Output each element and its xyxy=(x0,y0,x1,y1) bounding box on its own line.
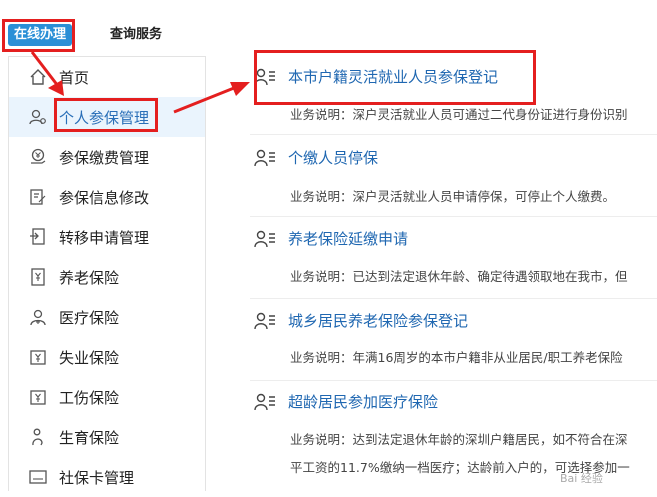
sidebar-item-medical[interactable]: 医疗保险 xyxy=(9,297,205,337)
edit-doc-icon xyxy=(30,189,46,205)
injury-icon xyxy=(30,390,46,405)
person-list-icon xyxy=(254,312,275,329)
person-list-icon xyxy=(254,149,275,166)
person-list-icon xyxy=(254,230,275,247)
sidebar-item-pension[interactable]: 养老保险 xyxy=(9,257,205,297)
divider xyxy=(250,134,657,135)
sidebar-item-payment[interactable]: 参保缴费管理 xyxy=(9,137,205,177)
service-description: 业务说明：年满16周岁的本市户籍非从业居民/职工养老保险 xyxy=(290,350,623,365)
service-title: 养老保险延缴申请 xyxy=(288,230,409,248)
sidebar-item-info-modify[interactable]: 参保信息修改 xyxy=(9,177,205,217)
service-list: 本市户籍灵活就业人员参保登记 业务说明：深户灵活就业人员可通过二代身份证进行身份… xyxy=(240,56,657,491)
maternity-icon xyxy=(32,428,43,446)
pension-doc-icon xyxy=(31,268,45,286)
sidebar-item-injury[interactable]: 工伤保险 xyxy=(9,377,205,417)
service-title: 个缴人员停保 xyxy=(288,149,379,167)
top-tab-bar: 在线办理 查询服务 xyxy=(0,0,657,48)
service-title: 超龄居民参加医疗保险 xyxy=(288,393,439,411)
service-description: 业务说明：深户灵活就业人员可通过二代身份证进行身份识别 xyxy=(290,107,628,122)
medical-person-icon xyxy=(30,309,46,326)
sidebar-item-label: 医疗保险 xyxy=(59,308,120,327)
service-title: 城乡居民养老保险参保登记 xyxy=(288,312,469,330)
arrow-down-icon xyxy=(30,51,64,96)
arrow-right-icon xyxy=(173,82,250,114)
tab-query-service[interactable]: 查询服务 xyxy=(110,26,162,44)
sidebar-item-maternity[interactable]: 生育保险 xyxy=(9,417,205,457)
person-list-icon xyxy=(254,393,275,410)
service-link[interactable]: 养老保险延缴申请 xyxy=(254,228,408,249)
sidebar-item-label: 工伤保险 xyxy=(59,388,120,407)
sidebar-item-label: 参保信息修改 xyxy=(59,188,150,207)
sidebar-item-label: 转移申请管理 xyxy=(59,228,150,247)
sidebar-item-label: 生育保险 xyxy=(59,428,120,447)
service-description: 业务说明：深户灵活就业人员申请停保，可停止个人缴费。 xyxy=(290,189,616,204)
divider xyxy=(250,380,657,381)
sidebar-item-label: 失业保险 xyxy=(59,348,120,367)
divider xyxy=(250,298,657,299)
service-link[interactable]: 城乡居民养老保险参保登记 xyxy=(254,310,468,331)
yuan-hand-icon xyxy=(31,148,46,164)
sidebar-item-label: 社保卡管理 xyxy=(59,468,135,487)
sidebar-item-label: 参保缴费管理 xyxy=(59,148,150,167)
divider xyxy=(250,216,657,217)
watermark: Bai 经验 xyxy=(560,472,603,485)
sidebar-item-label: 养老保险 xyxy=(59,268,120,287)
unemployment-icon xyxy=(30,350,46,365)
transfer-icon xyxy=(30,228,45,245)
service-description: 业务说明：已达到法定退休年龄、确定待遇领取地在我市，但 xyxy=(290,269,628,284)
service-link[interactable]: 超龄居民参加医疗保险 xyxy=(254,391,438,412)
sidebar-item-unemployment[interactable]: 失业保险 xyxy=(9,337,205,377)
service-link[interactable]: 个缴人员停保 xyxy=(254,147,378,168)
card-icon xyxy=(29,470,47,484)
sidebar-item-card[interactable]: 社保卡管理 xyxy=(9,457,205,497)
highlight-box-service xyxy=(254,50,536,105)
sidebar-item-transfer[interactable]: 转移申请管理 xyxy=(9,217,205,257)
highlight-box-tab xyxy=(2,19,75,52)
service-description: 业务说明：达到法定退休年龄的深圳户籍居民，如不符合在深 xyxy=(290,432,628,447)
